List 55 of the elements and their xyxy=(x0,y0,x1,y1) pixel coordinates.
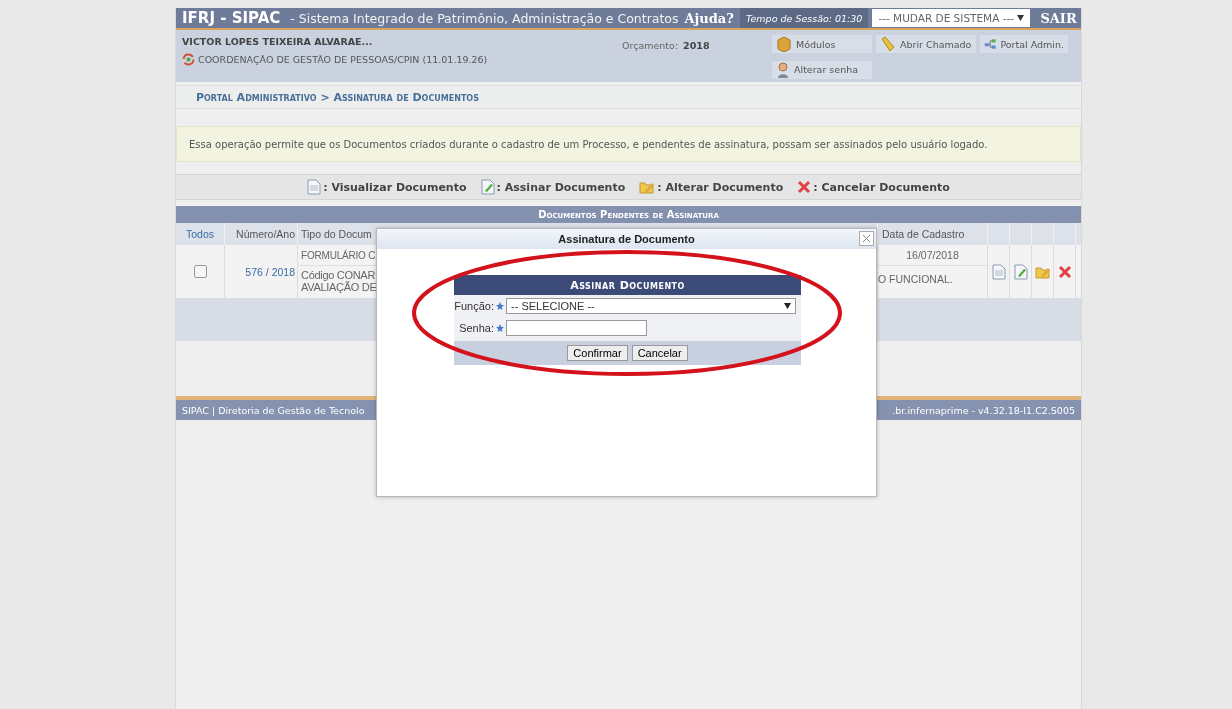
footer-text: SIPAC | Diretoria de Gestão de Tecnolo xyxy=(182,404,365,416)
footer-version: .br.infernaprime - v4.32.18-I1.C2.S005 xyxy=(892,404,1075,416)
close-icon[interactable] xyxy=(859,231,874,246)
logout-link[interactable]: SAIR xyxy=(1034,10,1083,26)
session-timer: Tempo de Sessão: 01:30 xyxy=(739,8,869,28)
form-button[interactable]: Confirmar xyxy=(567,345,628,361)
document-number-link[interactable]: 576 / 2018 xyxy=(245,265,295,278)
select-all-link[interactable]: Todos xyxy=(176,223,225,245)
field-label: Senha: xyxy=(458,322,494,334)
document-pencil-icon[interactable] xyxy=(480,179,495,195)
breadcrumb: Portal Administrativo > Assinatura de Documentos xyxy=(196,90,479,104)
system-select[interactable]: --- MUDAR DE SISTEMA --- xyxy=(872,9,1031,27)
document-description: Código CONAR xyxy=(301,269,376,281)
legend-label: : Cancelar Documento xyxy=(813,180,950,194)
cross-icon[interactable] xyxy=(797,180,812,194)
user-name: VICTOR LOPES TEIXEIRA ALVARAE... xyxy=(182,36,374,47)
shortcut-link[interactable]: Módulos xyxy=(772,35,872,53)
unit-name: COORDENAÇÃO DE GESTÃO DE PESSOAS/CPIN (11.01.19.26) xyxy=(198,54,488,65)
dialog-title: Assinatura de Documento xyxy=(558,233,695,245)
shortcut-link[interactable]: Alterar senha xyxy=(772,60,872,79)
legend-label: : Assinar Documento xyxy=(496,180,626,194)
shortcut-link[interactable]: Abrir Chamado xyxy=(876,35,976,53)
row-checkbox[interactable] xyxy=(193,265,207,278)
system-title: IFRJ - SIPAC xyxy=(181,9,281,27)
info-message: Essa operação permite que os Documentos criados durante o cadastro de um Processo, e pendentes de assinatura, possam ser assinados pelo usuário logado. xyxy=(176,126,1081,162)
budget-label: Orçamento: xyxy=(622,40,679,53)
caret-icon xyxy=(1017,15,1025,21)
system-subtitle: - Sistema Integrado de Patrimônio, Administração e Contratos xyxy=(290,10,679,26)
legend-label: : Visualizar Documento xyxy=(323,180,467,194)
field-label: Função: xyxy=(454,300,494,312)
box-icon xyxy=(776,36,792,52)
folder-pencil-icon[interactable] xyxy=(639,179,656,195)
form-button[interactable]: Cancelar xyxy=(631,345,688,361)
cross-icon[interactable] xyxy=(1057,264,1072,279)
person-icon xyxy=(776,61,790,78)
column-header: Data de Cadastro xyxy=(878,223,988,245)
caret-icon xyxy=(784,303,791,309)
date-cell: 16/07/2018 xyxy=(906,249,959,261)
shortcut-link[interactable]: Portal Admin. xyxy=(980,35,1068,53)
function-select[interactable]: -- SELECIONE -- xyxy=(506,298,796,314)
network-icon xyxy=(984,37,997,51)
form-title: Assinar Documento xyxy=(454,275,801,295)
legend-label: : Alterar Documento xyxy=(657,180,784,194)
document-type: FORMULÁRIO C xyxy=(301,249,376,261)
document-pencil-icon[interactable] xyxy=(1013,263,1028,280)
document-icon[interactable] xyxy=(307,179,322,195)
document-description: O FUNCIONAL. xyxy=(878,273,953,285)
budget-year: 2018 xyxy=(683,40,710,53)
password-field[interactable] xyxy=(506,320,647,336)
table-caption: Documentos Pendentes de Assinatura xyxy=(176,206,1081,223)
document-icon[interactable] xyxy=(991,263,1006,280)
column-header: Número/Ano xyxy=(225,223,298,245)
help-link[interactable]: Ajuda? xyxy=(678,10,740,26)
refresh-icon[interactable] xyxy=(182,53,195,66)
document-description: AVALIAÇÃO DE xyxy=(301,281,377,293)
